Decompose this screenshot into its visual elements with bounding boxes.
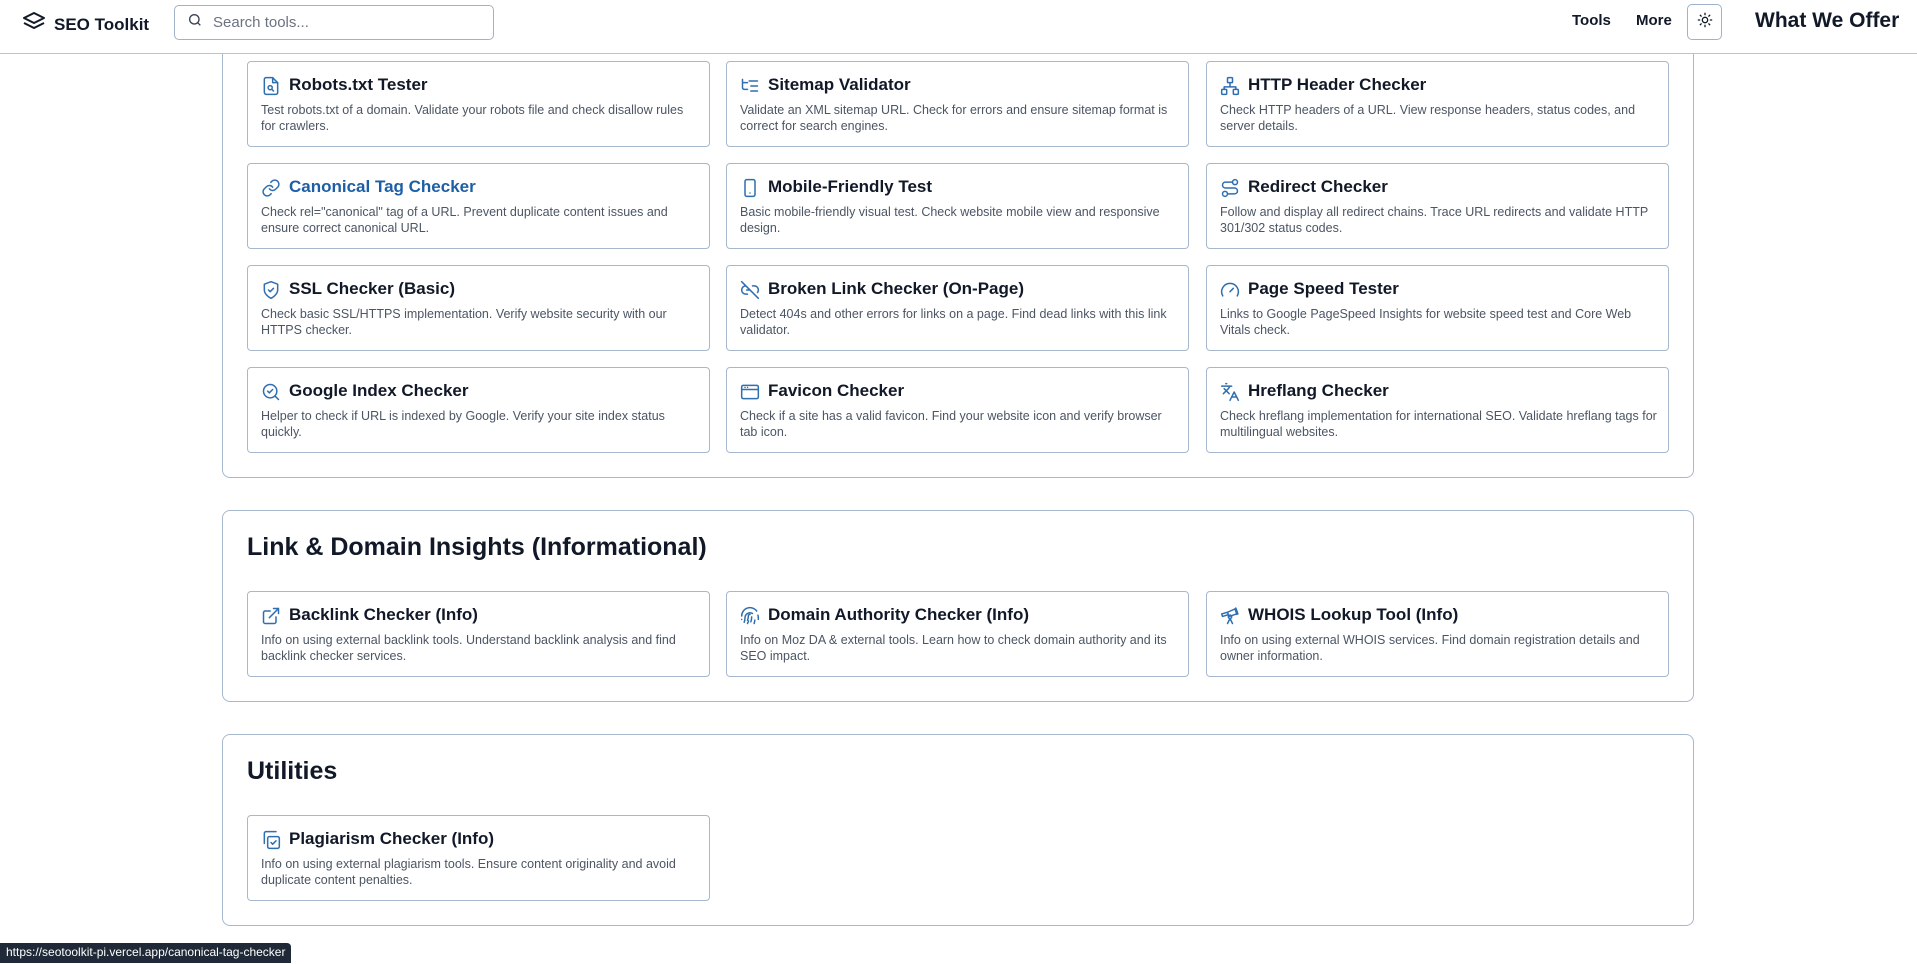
network-icon (1220, 76, 1240, 96)
smartphone-icon (740, 178, 760, 198)
nav-more[interactable]: More (1636, 12, 1672, 29)
section-title: Utilities (247, 757, 338, 785)
sun-icon (1697, 12, 1713, 33)
tool-card-favicon-checker[interactable]: Favicon Checker Check if a site has a va… (726, 367, 1189, 453)
card-title: Backlink Checker (Info) (289, 605, 478, 624)
tool-card-page-speed-tester[interactable]: Page Speed Tester Links to Google PageSp… (1206, 265, 1669, 351)
layers-icon (22, 10, 46, 39)
card-description: Detect 404s and other errors for links o… (740, 307, 1167, 337)
tool-card-backlink-checker[interactable]: Backlink Checker (Info) Info on using ex… (247, 591, 710, 677)
file-search-icon (261, 76, 281, 96)
tool-card-robots-txt-tester[interactable]: Robots.txt Tester Test robots.txt of a d… (247, 61, 710, 147)
tool-card-whois-lookup[interactable]: WHOIS Lookup Tool (Info) Info on using e… (1206, 591, 1669, 677)
card-title: Plagiarism Checker (Info) (289, 829, 495, 848)
card-description: Check rel="canonical" tag of a URL. Prev… (261, 205, 668, 235)
tool-card-canonical-tag-checker[interactable]: Canonical Tag Checker Check rel="canonic… (247, 163, 710, 249)
card-description: Info on using external backlink tools. U… (261, 633, 676, 663)
card-description: Check if a site has a valid favicon. Fin… (740, 409, 1162, 439)
top-navbar: SEO Toolkit Tools More What We Offer (0, 0, 1917, 54)
tool-card-hreflang-checker[interactable]: Hreflang Checker Check hreflang implemen… (1206, 367, 1669, 453)
search-icon (187, 12, 203, 33)
section-utilities: Utilities Plagiarism Checker (Info) Info… (222, 734, 1694, 926)
browser-icon (740, 382, 760, 402)
card-title: Hreflang Checker (1248, 381, 1389, 400)
tool-card-domain-authority-checker[interactable]: Domain Authority Checker (Info) Info on … (726, 591, 1189, 677)
card-title: WHOIS Lookup Tool (Info) (1248, 605, 1459, 624)
card-title: Mobile-Friendly Test (768, 177, 933, 196)
card-description: Info on using external WHOIS services. F… (1220, 633, 1640, 663)
tool-card-redirect-checker[interactable]: Redirect Checker Follow and display all … (1206, 163, 1669, 249)
card-title: Favicon Checker (768, 381, 905, 400)
page-title: What We Offer (1755, 9, 1900, 32)
tool-card-ssl-checker[interactable]: SSL Checker (Basic) Check basic SSL/HTTP… (247, 265, 710, 351)
card-description: Test robots.txt of a domain. Validate yo… (261, 103, 684, 133)
telescope-icon (1220, 606, 1240, 626)
tool-card-mobile-friendly-test[interactable]: Mobile-Friendly Test Basic mobile-friend… (726, 163, 1189, 249)
card-title: Robots.txt Tester (289, 75, 428, 94)
tool-card-broken-link-checker[interactable]: Broken Link Checker (On-Page) Detect 404… (726, 265, 1189, 351)
card-title: Sitemap Validator (768, 75, 911, 94)
tool-card-plagiarism-checker[interactable]: Plagiarism Checker (Info) Info on using … (247, 815, 710, 901)
list-tree-icon (740, 76, 760, 96)
tool-card-http-header-checker[interactable]: HTTP Header Checker Check HTTP headers o… (1206, 61, 1669, 147)
card-title: Canonical Tag Checker (289, 177, 476, 196)
card-description: Check hreflang implementation for intern… (1220, 409, 1657, 439)
card-title: Google Index Checker (289, 381, 469, 400)
search-check-icon (261, 382, 281, 402)
shield-check-icon (261, 280, 281, 300)
card-description: Follow and display all redirect chains. … (1220, 205, 1648, 235)
copy-check-icon (261, 830, 281, 850)
route-icon (1220, 178, 1240, 198)
theme-toggle-button[interactable] (1687, 4, 1722, 40)
card-title: HTTP Header Checker (1248, 75, 1427, 94)
unlink-icon (740, 280, 760, 300)
card-title: Page Speed Tester (1248, 279, 1399, 298)
card-title: Domain Authority Checker (Info) (768, 605, 1029, 624)
search-box[interactable] (174, 5, 494, 40)
gauge-icon (1220, 280, 1240, 300)
nav-tools[interactable]: Tools (1572, 12, 1611, 29)
card-description: Check HTTP headers of a URL. View respon… (1220, 103, 1636, 133)
card-description: Info on Moz DA & external tools. Learn h… (740, 633, 1167, 663)
card-description: Links to Google PageSpeed Insights for w… (1220, 307, 1632, 337)
section-link-domain-insights: Link & Domain Insights (Informational) B… (222, 510, 1694, 702)
brand-logo[interactable]: SEO Toolkit (22, 10, 149, 39)
status-bar-url: https://seotoolkit-pi.vercel.app/canonic… (0, 943, 292, 963)
external-link-icon (261, 606, 281, 626)
card-title: SSL Checker (Basic) (289, 279, 455, 298)
card-description: Helper to check if URL is indexed by Goo… (261, 409, 665, 439)
card-description: Info on using external plagiarism tools.… (261, 857, 676, 887)
card-description: Basic mobile-friendly visual test. Check… (740, 205, 1160, 235)
card-title: Redirect Checker (1248, 177, 1388, 196)
languages-icon (1220, 382, 1240, 402)
section-technical-tools: Robots.txt Tester Test robots.txt of a d… (222, 20, 1694, 478)
fingerprint-icon (740, 606, 760, 626)
section-title: Link & Domain Insights (Informational) (247, 533, 707, 561)
brand-name: SEO Toolkit (54, 14, 150, 34)
link-icon (261, 178, 281, 198)
card-description: Check basic SSL/HTTPS implementation. Ve… (261, 307, 667, 337)
search-input[interactable] (213, 14, 473, 31)
card-title: Broken Link Checker (On-Page) (768, 279, 1025, 298)
card-description: Validate an XML sitemap URL. Check for e… (740, 103, 1168, 133)
tool-card-google-index-checker[interactable]: Google Index Checker Helper to check if … (247, 367, 710, 453)
tool-card-sitemap-validator[interactable]: Sitemap Validator Validate an XML sitema… (726, 61, 1189, 147)
